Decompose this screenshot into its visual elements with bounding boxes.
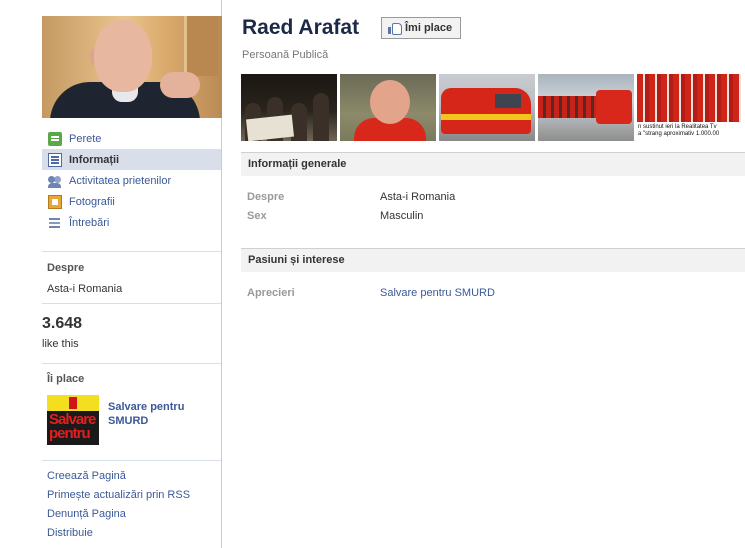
logo-mark	[69, 397, 77, 409]
nav-item-label: Activitatea prietenilor	[69, 174, 172, 187]
page-title: Raed Arafat	[242, 16, 360, 39]
ambulance	[596, 90, 632, 124]
nav-item-wall[interactable]: Perete	[42, 128, 221, 149]
share-link[interactable]: Distribuie	[47, 527, 190, 546]
liked-page-link[interactable]: Salvare pentru SMURD	[380, 287, 495, 299]
general-info-heading: Informații generale	[241, 152, 745, 176]
photo-caption: n sustinut ieri la Realitatea Tv a "stra…	[637, 122, 741, 141]
nav-item-photos[interactable]: Fotografii	[42, 191, 221, 212]
nav-item-label: Informații	[69, 153, 120, 166]
person-silhouette	[313, 93, 329, 141]
likes-count: 3.648	[42, 315, 83, 332]
divider	[42, 303, 221, 304]
profile-head	[94, 20, 152, 92]
photo-thumbnail[interactable]: n sustinut ieri la Realitatea Tv a "stra…	[637, 74, 741, 141]
caption-line: n sustinut ieri la Realitatea Tv	[638, 124, 717, 130]
thumbs-up-icon	[388, 22, 402, 35]
nav-item-label: Întrebări	[69, 216, 110, 229]
nav-item-label: Perete	[69, 132, 102, 145]
questions-icon	[48, 215, 62, 230]
caption-line: a "strang aproximativ 1.000.00	[638, 131, 720, 137]
liked-page-thumbnail[interactable]: Salvare pentru	[47, 395, 99, 445]
profile-nav: Perete Informații Activitatea prietenilo…	[42, 128, 221, 233]
profile-picture[interactable]	[42, 16, 222, 118]
divider	[42, 460, 221, 461]
photo-thumbnail[interactable]	[439, 74, 535, 141]
info-icon	[48, 152, 62, 167]
about-heading: Despre	[47, 262, 85, 274]
divider	[42, 251, 221, 252]
ambulance-window	[495, 94, 521, 108]
photo-strip: n sustinut ieri la Realitatea Tv a "stra…	[241, 74, 745, 141]
photo-thumbnail[interactable]	[538, 74, 634, 141]
face	[370, 80, 410, 124]
divider	[42, 363, 221, 364]
likes-label: like this	[42, 338, 79, 350]
footer-links: Creează Pagină Primește actualizări prin…	[47, 470, 190, 546]
left-column: Perete Informații Activitatea prietenilo…	[0, 0, 222, 548]
protest-sign	[245, 114, 295, 141]
photo-thumbnail[interactable]	[241, 74, 337, 141]
likes-section-heading: Îi place	[47, 373, 85, 385]
create-page-link[interactable]: Creează Pagină	[47, 470, 190, 489]
interests-heading: Pasiuni și interese	[241, 248, 745, 272]
liked-page-link[interactable]: Salvare pentru SMURD	[108, 400, 208, 428]
info-row-label: Despre	[247, 191, 285, 203]
about-text: Asta-i Romania	[47, 283, 123, 295]
background-frame	[184, 16, 218, 76]
info-row-value: Asta-i Romania	[380, 191, 456, 203]
nav-item-label: Fotografii	[69, 195, 115, 208]
rss-link[interactable]: Primește actualizări prin RSS	[47, 489, 190, 508]
nav-item-friends-activity[interactable]: Activitatea prietenilor	[42, 170, 221, 191]
wall-icon	[48, 131, 62, 146]
photo-thumbnail[interactable]	[340, 74, 436, 141]
photos-icon	[48, 194, 62, 209]
thumb-text: Salvare pentru	[49, 411, 96, 442]
nav-item-questions[interactable]: Întrebări	[42, 212, 221, 233]
info-row-label: Sex	[247, 210, 267, 222]
ambulance-stripe	[441, 114, 531, 120]
friends-icon	[48, 174, 62, 188]
profile-hand	[160, 72, 200, 98]
like-button-label: Îmi place	[405, 22, 453, 34]
like-button[interactable]: Îmi place	[381, 17, 462, 39]
nav-item-info[interactable]: Informații	[42, 149, 221, 170]
report-page-link[interactable]: Denunță Pagina	[47, 508, 190, 527]
page-category: Persoană Publică	[242, 49, 329, 61]
info-row-label: Aprecieri	[247, 287, 295, 299]
crew-row	[538, 96, 598, 118]
crowd	[637, 74, 741, 122]
info-row-value: Masculin	[380, 210, 424, 222]
